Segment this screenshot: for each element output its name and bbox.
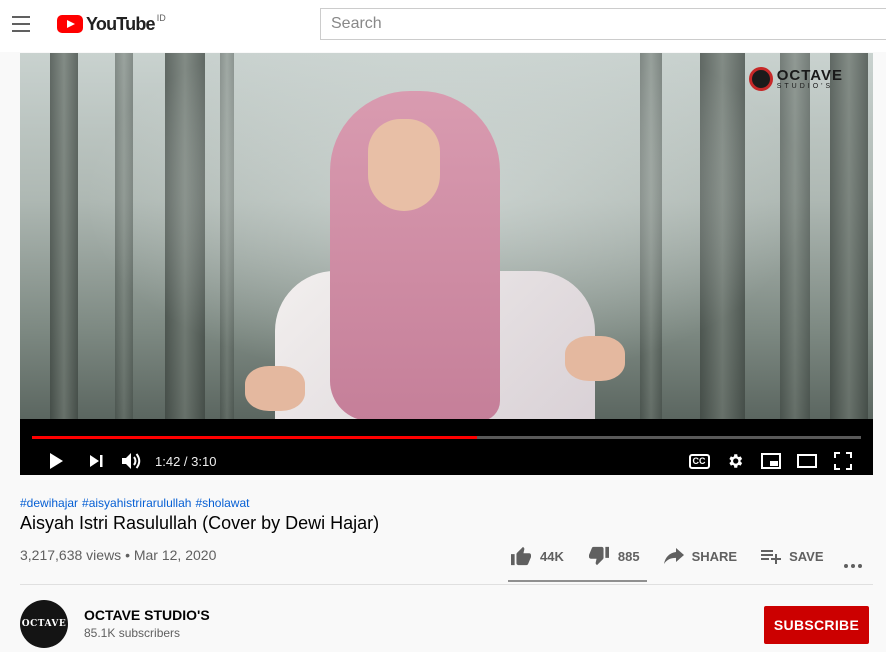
fullscreen-icon bbox=[834, 452, 852, 470]
like-count: 44K bbox=[540, 548, 564, 564]
video-actions: 44K 885 SHARE SAVE bbox=[510, 546, 848, 566]
watermark-sub: STUDIO'S bbox=[776, 83, 834, 90]
miniplayer-icon bbox=[761, 453, 781, 469]
like-button[interactable]: 44K bbox=[510, 546, 564, 566]
fullscreen-button[interactable] bbox=[832, 449, 854, 473]
more-horiz-icon bbox=[844, 564, 862, 568]
settings-button[interactable] bbox=[724, 449, 746, 473]
dislike-button[interactable]: 885 bbox=[588, 546, 640, 566]
search-input[interactable] bbox=[321, 9, 886, 39]
theater-icon bbox=[797, 454, 817, 468]
miniplayer-button[interactable] bbox=[760, 449, 782, 473]
country-code: ID bbox=[156, 13, 166, 23]
time-display: 1:42 / 3:10 bbox=[155, 454, 217, 469]
save-button[interactable]: SAVE bbox=[761, 548, 824, 564]
menu-icon[interactable] bbox=[12, 16, 30, 32]
octave-logo-icon bbox=[748, 67, 773, 91]
hashtag-link[interactable]: #dewihajar bbox=[20, 496, 78, 510]
more-actions-button[interactable] bbox=[843, 556, 863, 574]
share-label: SHARE bbox=[691, 548, 738, 564]
youtube-play-icon bbox=[57, 15, 83, 33]
next-button[interactable] bbox=[86, 449, 106, 473]
channel-watermark: OCTAVE STUDIO'S bbox=[748, 67, 843, 91]
playlist-add-icon bbox=[761, 550, 782, 564]
logo-text: YouTube bbox=[86, 13, 156, 34]
channel-name[interactable]: OCTAVE STUDIO'S bbox=[84, 607, 210, 623]
channel-avatar[interactable]: OCTAVE bbox=[20, 600, 68, 648]
hashtag-link[interactable]: #aisyahistrirarulullah bbox=[82, 496, 191, 510]
search-box bbox=[320, 8, 886, 40]
player-controls: 1:42 / 3:10 CC bbox=[20, 419, 873, 475]
masthead: YouTube ID bbox=[0, 0, 886, 52]
thumbs-down-icon bbox=[588, 546, 609, 566]
volume-button[interactable] bbox=[120, 449, 144, 473]
theater-mode-button[interactable] bbox=[796, 449, 818, 473]
thumbs-up-icon bbox=[511, 546, 531, 566]
video-meta: 3,217,638 views • Mar 12, 2020 bbox=[20, 547, 217, 563]
dislike-count: 885 bbox=[617, 548, 640, 564]
skip-next-icon bbox=[90, 455, 103, 467]
captions-icon: CC bbox=[688, 453, 710, 469]
hashtag-link[interactable]: #sholawat bbox=[195, 496, 249, 510]
like-ratio-bar bbox=[508, 580, 647, 582]
watermark-main: OCTAVE bbox=[776, 67, 843, 84]
share-icon bbox=[663, 548, 684, 564]
progress-played bbox=[32, 436, 478, 439]
play-icon bbox=[50, 453, 63, 469]
video-frame[interactable]: OCTAVE STUDIO'S bbox=[20, 53, 873, 419]
hashtag-list: #dewihajar #aisyahistrirarulullah #sholawa… bbox=[20, 496, 253, 510]
subscribe-button[interactable]: SUBSCRIBE bbox=[764, 606, 869, 644]
singer-figure bbox=[235, 91, 625, 419]
gear-icon bbox=[729, 454, 743, 468]
save-label: SAVE bbox=[789, 548, 824, 564]
captions-button[interactable]: CC bbox=[688, 449, 710, 473]
divider bbox=[20, 584, 873, 585]
video-title: Aisyah Istri Rasulullah (Cover by Dewi H… bbox=[20, 513, 380, 533]
share-button[interactable]: SHARE bbox=[663, 548, 738, 564]
subscriber-count: 85.1K subscribers bbox=[84, 626, 181, 640]
play-button[interactable] bbox=[46, 449, 66, 473]
video-player[interactable]: OCTAVE STUDIO'S 1:42 / 3:10 CC bbox=[20, 53, 873, 475]
volume-icon bbox=[122, 453, 141, 469]
progress-bar[interactable] bbox=[32, 436, 861, 439]
youtube-logo[interactable]: YouTube ID bbox=[57, 13, 166, 35]
avatar-text: OCTAVE bbox=[21, 619, 67, 629]
